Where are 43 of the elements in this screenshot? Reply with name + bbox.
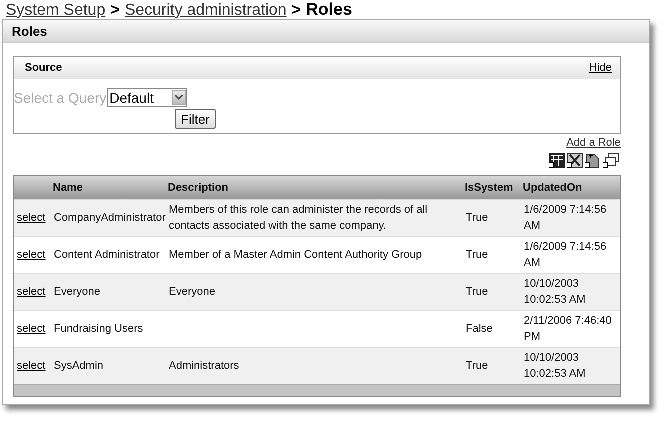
table-cell-text: Everyone (54, 285, 100, 300)
header-cell (14, 176, 51, 199)
table-cell-text: Everyone (169, 285, 216, 300)
column-header: UpdatedOn (521, 176, 620, 199)
document-icon[interactable] (585, 153, 601, 168)
table-icon[interactable] (549, 153, 565, 168)
table-cell-text: Members of this role can administer the records of all contacts associated with the same company. (169, 203, 429, 234)
caret-icon (174, 95, 183, 100)
table-cell-text: True (466, 285, 488, 300)
panel-title: Roles (12, 24, 48, 38)
table-cell-text: False (466, 322, 493, 337)
add-role-link[interactable]: Add a Role (566, 137, 621, 149)
column-header: IsSystem (463, 176, 521, 199)
crossed-sheet-icon[interactable] (567, 153, 583, 168)
hide-link[interactable]: Hide (589, 62, 612, 74)
column-header: Name (51, 176, 166, 199)
table-cell-text: True (466, 248, 488, 263)
table-cell-text: 1/6/2009 7:14:56 AM (524, 240, 608, 271)
section-title: Source (25, 62, 62, 74)
query-label: Select a Query (14, 90, 107, 106)
column-header: Description (166, 176, 463, 199)
breadcrumb-separator: > (292, 2, 302, 20)
table-cell-text: 10/10/2003 10:02:53 AM (524, 277, 587, 308)
query-dropdown[interactable]: Default (106, 88, 187, 107)
page-title: Roles (306, 0, 352, 20)
breadcrumb-separator: > (110, 2, 120, 20)
stacked-windows-icon[interactable] (603, 153, 619, 168)
table-cell-text: Content Administrator (54, 248, 160, 263)
table-cell-text: True (466, 211, 488, 226)
table-cell-text: 10/10/2003 10:02:53 AM (524, 351, 587, 382)
select-link[interactable]: select (17, 247, 46, 263)
breadcrumb-link[interactable]: Security administration (124, 2, 287, 20)
table-cell-text: Member of a Master Admin Content Authority Group (169, 248, 422, 263)
table-cell-text: Fundraising Users (54, 322, 144, 337)
filter-button[interactable]: Filter (175, 109, 216, 129)
breadcrumb-link[interactable]: System Setup (6, 2, 106, 20)
table-cell-text: 2/11/2006 7:46:40 PM (524, 314, 613, 345)
table-cell-text: 1/6/2009 7:14:56 AM (524, 203, 608, 234)
select-link[interactable]: select (17, 321, 46, 337)
table-cell-text: True (466, 359, 488, 374)
table-cell-text: SysAdmin (54, 359, 104, 374)
table-cell-text: Administrators (169, 359, 240, 374)
table-cell-text: CompanyAdministrator (54, 211, 166, 226)
